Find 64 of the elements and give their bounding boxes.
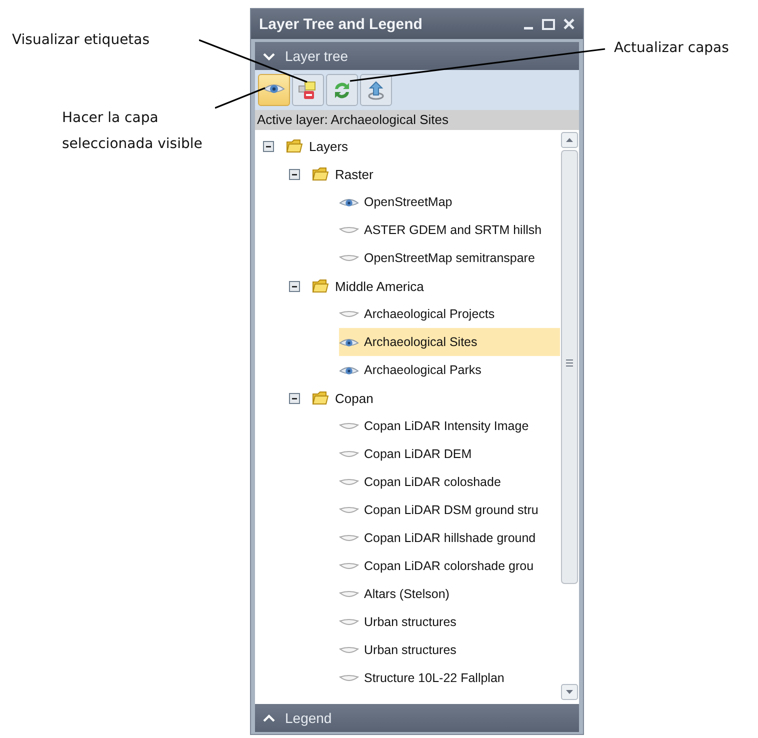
tree-item[interactable]: Copan LiDAR DEM: [339, 440, 560, 468]
toolbar-button[interactable]: [258, 74, 290, 106]
folder-icon: [286, 138, 303, 154]
eye-icon[interactable]: [339, 364, 359, 376]
tree-item[interactable]: Urban structures: [339, 636, 560, 664]
closed-eye-icon[interactable]: [339, 476, 359, 488]
section-title: Legend: [285, 710, 332, 726]
collapse-icon[interactable]: [289, 280, 300, 292]
chevron-up-icon[interactable]: [263, 714, 275, 722]
annotation-text: Visualizar etiquetas: [12, 31, 150, 50]
annotation-text: Actualizar capas: [614, 39, 729, 58]
window-title: Layer Tree and Legend: [259, 16, 422, 32]
closed-eye-icon[interactable]: [339, 252, 359, 264]
scroll-up-icon[interactable]: [561, 132, 578, 148]
closed-eye-icon[interactable]: [339, 532, 359, 544]
tree-item[interactable]: Copan LiDAR DSM ground stru: [339, 496, 560, 524]
folder-icon: [312, 278, 329, 294]
scrollbar-thumb[interactable]: [561, 150, 578, 584]
close-icon[interactable]: [563, 18, 575, 30]
collapse-icon[interactable]: [263, 140, 274, 152]
section-header[interactable]: Layer tree: [255, 42, 579, 70]
tree-item[interactable]: Copan LiDAR hillshade ground: [339, 524, 560, 552]
eye-icon[interactable]: [339, 336, 359, 348]
closed-eye-icon[interactable]: [339, 560, 359, 572]
collapse-icon[interactable]: [289, 168, 300, 180]
collapse-icon[interactable]: [289, 392, 300, 404]
closed-eye-icon[interactable]: [339, 672, 359, 684]
tree-item[interactable]: Copan: [335, 390, 374, 406]
tree-item[interactable]: Copan LiDAR Intensity Image: [339, 412, 560, 440]
maximize-icon[interactable]: [542, 18, 555, 30]
closed-eye-icon[interactable]: [339, 224, 359, 236]
tree-item[interactable]: Copan LiDAR colorshade grou: [339, 552, 560, 580]
toolbar-button[interactable]: [360, 74, 392, 106]
tree-item[interactable]: Archaeological Projects: [339, 300, 560, 328]
tree-item[interactable]: Layers: [309, 138, 348, 154]
closed-eye-icon[interactable]: [339, 616, 359, 628]
tree-item[interactable]: Urban structures: [339, 608, 560, 636]
section-header[interactable]: Legend: [255, 704, 579, 732]
tree-item[interactable]: Copan LiDAR coloshade: [339, 468, 560, 496]
tree-item[interactable]: OpenStreetMap: [339, 188, 560, 216]
chevron-down-icon[interactable]: [263, 52, 275, 60]
tree-item[interactable]: Raster: [335, 166, 374, 182]
active-layer-label: Active layer: Archaeological Sites: [255, 110, 579, 130]
tree-item[interactable]: ASTER GDEM and SRTM hillsh: [339, 216, 560, 244]
toolbar-button[interactable]: [292, 74, 324, 106]
annotation-text: Hacer la capa seleccionada visible: [62, 109, 204, 154]
folder-icon: [312, 390, 329, 406]
tree-item[interactable]: Structure 10L-22 Fallplan: [339, 664, 560, 692]
leader-line: [215, 87, 267, 110]
closed-eye-icon[interactable]: [339, 588, 359, 600]
tree-item[interactable]: Middle America: [335, 278, 424, 294]
closed-eye-icon[interactable]: [339, 504, 359, 516]
tree-item[interactable]: Altars (Stelson): [339, 580, 560, 608]
eye-icon[interactable]: [339, 196, 359, 208]
section-title: Layer tree: [285, 48, 348, 64]
closed-eye-icon[interactable]: [339, 448, 359, 460]
tree-item[interactable]: OpenStreetMap semitranspare: [339, 244, 560, 272]
tree-item[interactable]: Archaeological Parks: [339, 356, 560, 384]
scroll-down-icon[interactable]: [561, 684, 578, 700]
tree-item[interactable]: Archaeological Sites: [339, 328, 560, 356]
folder-icon: [312, 166, 329, 182]
closed-eye-icon[interactable]: [339, 420, 359, 432]
closed-eye-icon[interactable]: [339, 308, 359, 320]
closed-eye-icon[interactable]: [339, 644, 359, 656]
